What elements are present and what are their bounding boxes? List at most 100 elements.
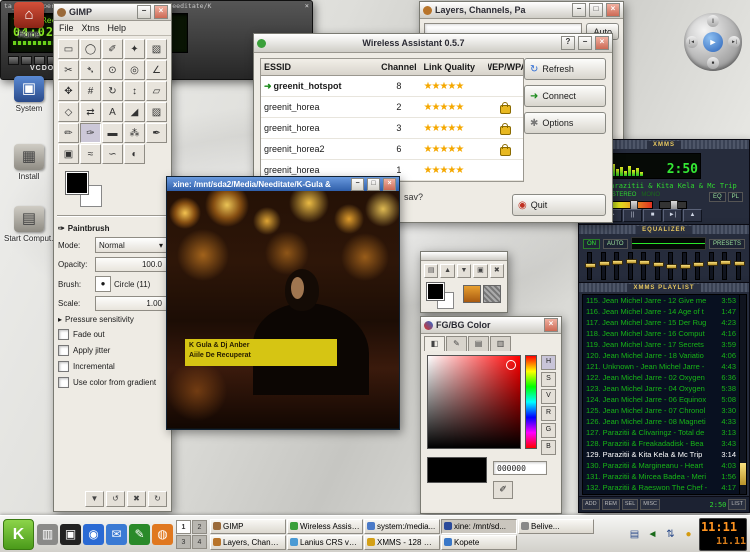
reset-options-button[interactable]: ↻ xyxy=(148,491,167,507)
firefox-icon[interactable]: ◍ xyxy=(152,523,173,545)
network-icon[interactable]: ⇅ xyxy=(663,527,678,542)
stop-button[interactable]: ■ xyxy=(643,209,662,222)
delete-options-button[interactable]: ✖ xyxy=(127,491,146,507)
video-area[interactable]: K Gula & Dj Anber Aiile De Recuperat xyxy=(167,191,399,428)
maximize-icon[interactable]: □ xyxy=(367,177,380,191)
playlist-item[interactable]: 116. Jean Michel Jarre - 14 Age of t 1:47 xyxy=(583,306,739,317)
crop-tool[interactable]: # xyxy=(80,81,101,101)
wifi-network-row[interactable]: ➜ greenit_hotspot 8 ★★★★★ xyxy=(261,76,523,97)
playlist-item[interactable]: 119. Jean Michel Jarre - 17 Secrets 3:59 xyxy=(583,339,739,350)
eq-slider[interactable] xyxy=(598,252,610,280)
measure-tool[interactable]: ∠ xyxy=(146,60,167,80)
checkbox[interactable] xyxy=(58,329,69,340)
pencil-tool[interactable]: ✏ xyxy=(58,123,79,143)
eq-presets-button[interactable]: PRESETS xyxy=(708,238,745,249)
pager-desktop-3[interactable]: 3 xyxy=(176,534,191,549)
eq-slider[interactable] xyxy=(733,252,745,280)
channel-h-button[interactable]: H xyxy=(541,355,556,370)
kmix-icon[interactable]: ◄ xyxy=(645,527,660,542)
playlist-rem-button[interactable]: REM xyxy=(601,499,620,510)
minimize-icon[interactable]: − xyxy=(137,5,151,19)
task-button[interactable]: XMMS - 128 Pa... xyxy=(364,534,440,550)
wireless-titlebar[interactable]: Wireless Assistant 0.5.7 ? − × xyxy=(254,34,612,53)
eject-button[interactable]: ▲ xyxy=(683,209,702,222)
playlist-item[interactable]: 115. Jean Michel Jarre - 12 Give me 3:53 xyxy=(583,295,739,306)
brush-preview[interactable] xyxy=(463,285,481,303)
bucket-fill-tool[interactable]: ◢ xyxy=(124,102,145,122)
eq-slider[interactable] xyxy=(639,252,651,280)
fgbg-titlebar[interactable]: FG/BG Color × xyxy=(421,317,561,334)
gimp-titlebar[interactable]: GIMP − × xyxy=(54,4,171,21)
close-icon[interactable]: × xyxy=(154,5,168,19)
stop-button[interactable]: ■ xyxy=(707,57,719,69)
gradient-tool[interactable]: ▨ xyxy=(146,102,167,122)
playlist-item[interactable]: 131. Parazitii & Mircea Badea - Meri 1:56 xyxy=(583,471,739,482)
ellipse-select-tool[interactable]: ◯ xyxy=(80,39,101,59)
wifi-network-row[interactable]: greenit_horea 2 ★★★★★ xyxy=(261,97,523,118)
eraser-tool[interactable]: ▬ xyxy=(102,123,123,143)
channel-v-button[interactable]: V xyxy=(541,389,556,404)
playlist-item[interactable]: 130. Parazitii & Margineanu - Heart 4:03 xyxy=(583,460,739,471)
foreground-color-swatch[interactable] xyxy=(65,171,89,195)
wifi-network-row[interactable]: greenit_horea2 6 ★★★★★ xyxy=(261,139,523,160)
scale-slider[interactable]: 1.00 xyxy=(95,296,167,311)
task-button[interactable]: GIMP xyxy=(210,518,286,534)
scrollbar-thumb[interactable] xyxy=(740,463,746,485)
task-button[interactable]: Wireless Assist... xyxy=(287,518,363,534)
tab-gimp-selector[interactable]: ◧ xyxy=(424,336,445,351)
blur-tool[interactable]: ≈ xyxy=(80,144,101,164)
close-icon[interactable]: × xyxy=(606,3,620,17)
close-icon[interactable]: × xyxy=(544,318,558,332)
quit-button[interactable]: ◉ Quit xyxy=(512,194,606,216)
paintbrush-tool[interactable]: ✑ xyxy=(80,123,101,143)
playlist-add-button[interactable]: ADD xyxy=(582,499,600,510)
playlist-item[interactable]: 128. Parazitii & Freakadadisk - Bea 3:43 xyxy=(583,438,739,449)
playlist-item[interactable]: 118. Jean Michel Jarre - 16 Comput 4:16 xyxy=(583,328,739,339)
playlist-item[interactable]: 117. Jean Michel Jarre - 15 Der Rug 4:23 xyxy=(583,317,739,328)
kopete-icon[interactable]: ● xyxy=(681,527,696,542)
task-button[interactable]: Kopete xyxy=(441,534,517,550)
eq-slider[interactable] xyxy=(625,252,637,280)
new-layer-button[interactable]: ▤ xyxy=(424,264,439,278)
channel-r-button[interactable]: R xyxy=(541,406,556,421)
task-button[interactable]: Lanius CRS v0... xyxy=(287,534,363,550)
minimize-icon[interactable]: − xyxy=(572,3,586,17)
playlist-item[interactable]: 123. Jean Michel Jarre - 04 Oxygen 5:38 xyxy=(583,383,739,394)
help-icon[interactable]: ? xyxy=(561,36,575,50)
equalizer-titlebar[interactable]: EQUALIZER xyxy=(579,225,749,234)
eq-slider[interactable] xyxy=(706,252,718,280)
smudge-tool[interactable]: ∽ xyxy=(102,144,123,164)
hex-color-input[interactable]: 000000 xyxy=(493,461,547,475)
show-desktop-icon[interactable]: ▥ xyxy=(37,523,58,545)
eq-slider[interactable] xyxy=(679,252,691,280)
tab-watercolor[interactable]: ✎ xyxy=(446,336,467,351)
desktop-icon-home[interactable]: ⌂ Home xyxy=(4,2,54,39)
playlist-misc-button[interactable]: MISC xyxy=(640,499,661,510)
color-picker-tool[interactable]: ⊙ xyxy=(102,60,123,80)
eq-slider[interactable] xyxy=(585,252,596,280)
clone-tool[interactable]: ▣ xyxy=(58,144,79,164)
airbrush-tool[interactable]: ⁂ xyxy=(124,123,145,143)
playlist-item[interactable]: 120. Jean Michel Jarre - 18 Variatio 4:06 xyxy=(583,350,739,361)
konsole-icon[interactable]: ▣ xyxy=(60,523,81,545)
kwrite-icon[interactable]: ✎ xyxy=(129,523,150,545)
select-by-color-tool[interactable]: ▧ xyxy=(146,39,167,59)
rotate-tool[interactable]: ↻ xyxy=(102,81,123,101)
pager-desktop-1[interactable]: 1 xyxy=(176,519,191,534)
close-icon[interactable]: × xyxy=(383,177,396,191)
expander-arrow-icon[interactable]: ▸ xyxy=(58,315,62,324)
opacity-slider[interactable]: 100.0 xyxy=(95,257,167,272)
minimize-icon[interactable]: − xyxy=(351,177,364,191)
desktop-icon-start-computer[interactable]: ▤ Start Comput... xyxy=(4,206,58,243)
pressure-sensitivity-expander[interactable]: Pressure sensitivity xyxy=(65,315,134,324)
delete-layer-button[interactable]: ✖ xyxy=(489,264,505,278)
playlist-item[interactable]: 127. Parazitii & Clivaringz - Total de 3:… xyxy=(583,427,739,438)
desktop-icon-system[interactable]: ▣ System xyxy=(4,76,54,113)
playlist-scrollbar[interactable] xyxy=(739,294,747,495)
brush-preview[interactable]: ● xyxy=(95,276,111,292)
play-button[interactable]: ► xyxy=(703,32,723,52)
zoom-tool[interactable]: ◎ xyxy=(124,60,145,80)
panel-button[interactable] xyxy=(34,56,45,65)
playlist-sel-button[interactable]: SEL xyxy=(621,499,639,510)
checkbox[interactable] xyxy=(58,377,69,388)
